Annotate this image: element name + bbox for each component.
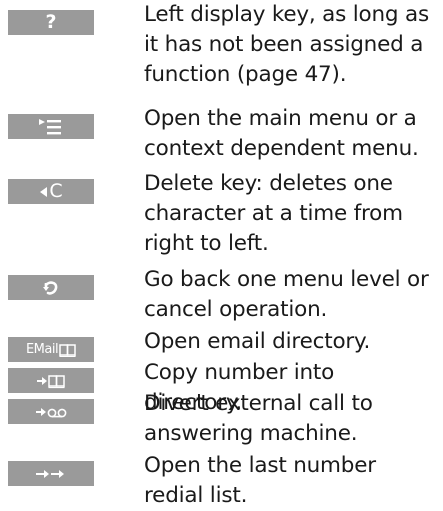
copy-to-directory-icon [36,373,66,389]
key-description: Open the last number redial list. [144,453,376,508]
book-icon [59,343,76,357]
redial-list-icon [35,466,67,482]
menu-key [8,114,94,139]
key-description: Open the main menu or a context dependen… [144,106,419,161]
delete-icon: C [39,182,63,201]
back-arrow-icon [42,278,60,298]
divert-to-answering-machine-icon [35,404,67,420]
email-directory-key: EMail [8,337,94,362]
key-description: Divert external call to answering machin… [144,391,373,446]
key-description: Go back one menu level or cancel operati… [144,267,429,322]
redial-list-key [8,461,94,486]
back-key [8,275,94,300]
key-description: Open email directory. [144,329,371,354]
divert-to-answering-machine-key [8,399,94,424]
delete-key: C [8,179,94,204]
key-description: Delete key: deletes one character at a t… [144,171,403,256]
question-mark-icon: ? [45,11,57,33]
key-description: Left display key, as long as it has not … [144,2,429,87]
copy-to-directory-key [8,368,94,393]
menu-icon [37,117,65,137]
left-display-key: ? [8,10,94,35]
